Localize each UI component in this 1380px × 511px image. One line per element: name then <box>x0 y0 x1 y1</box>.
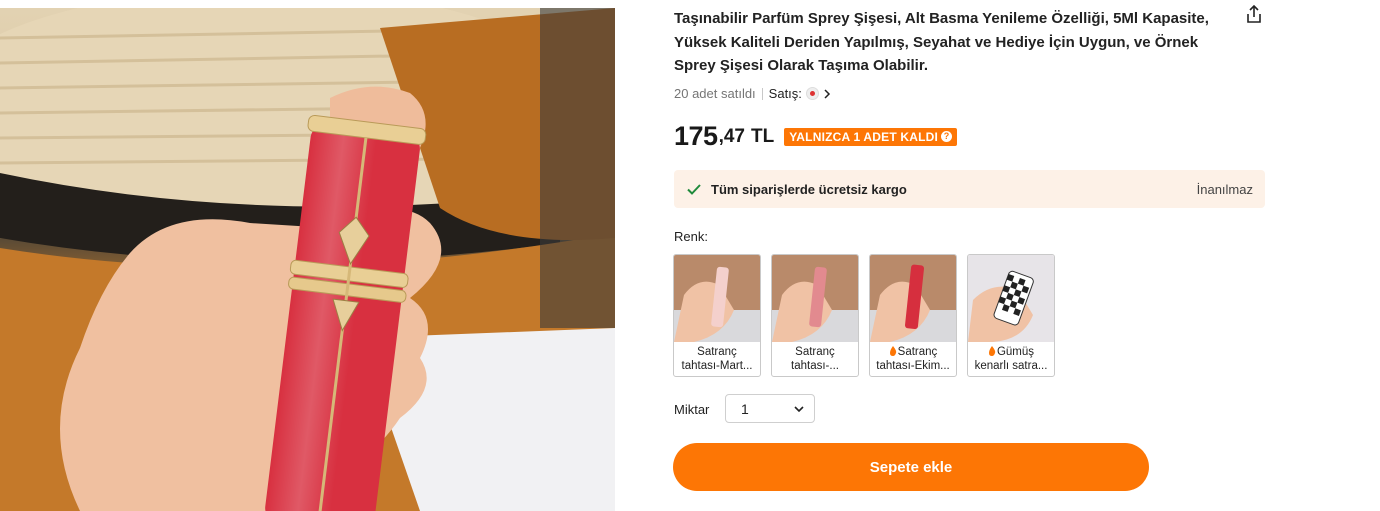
color-option-thumbnail <box>772 255 858 342</box>
quantity-value: 1 <box>741 400 749 417</box>
color-option-caption: Satranç tahtası-... <box>791 346 839 372</box>
add-to-cart-button[interactable]: Sepete ekle <box>673 443 1149 491</box>
seller-avatar <box>805 87 819 100</box>
chevron-down-icon <box>794 405 804 412</box>
price-row: 175 ,47 TL YALNIZCA 1 ADET KALDI ? <box>674 121 958 152</box>
color-option[interactable]: Satranç tahtası-Mart... <box>673 254 761 377</box>
shipping-link[interactable]: İnanılmaz <box>1197 182 1253 197</box>
seller-label: Satış: <box>768 86 802 101</box>
quantity-select[interactable]: 1 <box>725 394 815 423</box>
color-options: Satranç tahtası-Mart... Satranç tahtası-..… <box>673 254 1055 377</box>
quantity-label: Miktar <box>674 402 710 417</box>
info-icon[interactable]: ? <box>941 131 953 142</box>
stock-badge: YALNIZCA 1 ADET KALDI ? <box>784 127 958 146</box>
sold-count: 20 adet satıldı <box>674 86 756 101</box>
product-photo-illustration <box>0 8 615 511</box>
color-option-thumbnail <box>870 255 956 342</box>
meta-divider <box>761 87 763 100</box>
free-shipping-banner: Tüm siparişlerde ücretsiz kargo İnanılma… <box>674 170 1265 208</box>
price-currency: TL <box>750 125 775 147</box>
color-option[interactable]: Satranç tahtası-... <box>771 254 859 377</box>
stock-badge-text: YALNIZCA 1 ADET KALDI <box>789 129 939 144</box>
color-option-caption: Gümüş kenarlı satra... <box>974 346 1048 372</box>
seller-link[interactable]: Satış: <box>769 86 831 101</box>
shipping-text: Tüm siparişlerde ücretsiz kargo <box>711 181 907 197</box>
share-icon[interactable] <box>1244 4 1264 24</box>
flame-icon <box>988 346 996 356</box>
product-main-image[interactable] <box>0 8 615 511</box>
product-meta: 20 adet satıldı Satış: <box>674 86 831 101</box>
color-option-caption: Satranç tahtası-Ekim... <box>876 346 950 372</box>
color-option[interactable]: Satranç tahtası-Ekim... <box>869 254 957 377</box>
color-label: Renk: <box>674 229 708 244</box>
price-integer: 175 <box>674 121 718 151</box>
color-option-thumbnail <box>674 255 760 342</box>
price-decimal: ,47 <box>718 125 745 147</box>
product-title: Taşınabilir Parfüm Sprey Şişesi, Alt Bas… <box>674 10 1209 74</box>
color-option[interactable]: Gümüş kenarlı satra... <box>967 254 1055 377</box>
color-option-thumbnail <box>968 255 1054 342</box>
color-option-caption: Satranç tahtası-Mart... <box>681 346 753 372</box>
chevron-right-icon <box>824 88 830 99</box>
check-icon <box>687 184 701 195</box>
flame-icon <box>889 346 896 356</box>
